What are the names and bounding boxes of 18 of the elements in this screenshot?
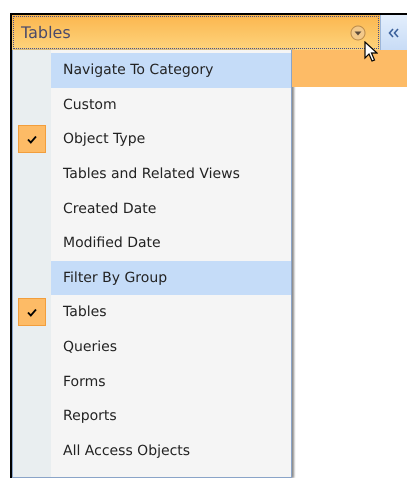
double-chevron-icon bbox=[388, 28, 400, 38]
menu-item[interactable]: Queries bbox=[13, 330, 291, 364]
dropdown-icon[interactable] bbox=[350, 24, 366, 40]
menu-item[interactable]: Modified Date bbox=[13, 226, 291, 261]
mouse-cursor-icon bbox=[364, 41, 378, 63]
menu-section-header: Navigate To Category bbox=[51, 53, 291, 88]
menu-item[interactable]: All Access Objects bbox=[13, 434, 291, 468]
menu-item[interactable]: Reports bbox=[13, 398, 291, 434]
pane-title: Tables bbox=[21, 23, 71, 42]
menu-item[interactable]: Forms bbox=[13, 364, 291, 399]
menu-item[interactable]: Created Date bbox=[13, 191, 291, 226]
menu-item[interactable]: Custom bbox=[13, 88, 291, 122]
collapse-pane-button[interactable] bbox=[380, 15, 407, 50]
menu-section-header: Filter By Group bbox=[51, 260, 291, 296]
menu-item[interactable]: Tables bbox=[13, 295, 291, 330]
menu-item[interactable]: Tables and Related Views bbox=[13, 156, 291, 192]
menu-item[interactable]: Object Type bbox=[13, 122, 291, 157]
pane-title-bar[interactable]: Tables bbox=[12, 15, 380, 50]
